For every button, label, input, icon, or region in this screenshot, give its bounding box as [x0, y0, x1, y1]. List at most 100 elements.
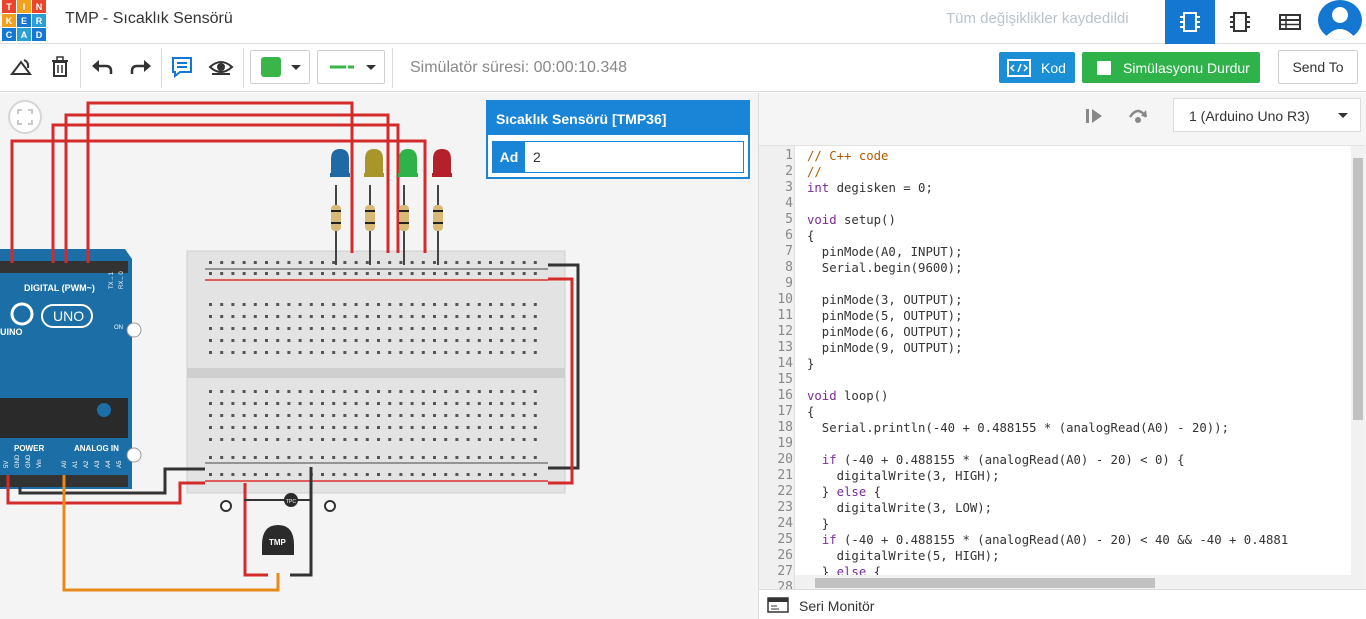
pin-label: Vin — [37, 459, 43, 468]
pin-label: A1 — [73, 460, 79, 468]
tmp-label: TMP — [269, 538, 287, 547]
logo-letter: I — [17, 0, 31, 13]
code-line[interactable]: { — [807, 229, 814, 243]
led-green[interactable] — [398, 149, 418, 177]
code-line[interactable]: Serial.println(-40 + 0.488155 * (analogR… — [807, 421, 1229, 435]
rx-label: RX←0 — [119, 271, 125, 289]
code-line[interactable]: { — [807, 405, 814, 419]
logo-letter: N — [32, 0, 46, 13]
serial-monitor-label: Seri Monitör — [799, 598, 875, 614]
line-number: 11 — [777, 308, 793, 323]
line-number: 18 — [777, 420, 793, 435]
tx-label: TX→1 — [109, 271, 115, 289]
code-line[interactable]: if (-40 + 0.488155 * (analogRead(A0) - 2… — [807, 453, 1185, 467]
code-button[interactable]: Kod — [999, 52, 1075, 83]
led-blue[interactable] — [330, 149, 350, 177]
wire-color-dropdown[interactable] — [250, 50, 310, 84]
logo-letter: D — [32, 28, 46, 41]
line-number: 1 — [785, 148, 793, 163]
scroll-thumb[interactable] — [1353, 158, 1363, 420]
visibility-button[interactable] — [206, 52, 236, 82]
tinkercad-logo[interactable]: T I N K E R C A D — [2, 0, 46, 41]
line-number: 4 — [785, 196, 793, 211]
circuit-view-button[interactable] — [1165, 0, 1215, 44]
code-line[interactable]: digitalWrite(3, HIGH); — [807, 469, 1000, 483]
line-number: 19 — [777, 436, 793, 451]
rotate-button[interactable] — [6, 52, 36, 82]
power-label: POWER — [14, 444, 44, 453]
inspector-title: Sıcaklık Sensörü [TMP36] — [488, 102, 748, 135]
name-field[interactable]: Ad 2 — [492, 141, 744, 173]
led-red[interactable] — [432, 149, 452, 177]
code-line[interactable]: } — [807, 517, 829, 531]
user-icon — [1323, 7, 1357, 40]
led-yellow[interactable] — [364, 149, 384, 177]
horizontal-scrollbar[interactable] — [795, 575, 1351, 589]
wire-style-icon — [330, 65, 354, 69]
line-numbers: 1 2 3 4 5 6 7 8 9 10 11 12 13 14 15 16 17 18 19 20 21 22 23 24 2… — [759, 146, 795, 589]
line-number: 22 — [777, 484, 793, 499]
scroll-thumb[interactable] — [815, 578, 1155, 588]
toolbar: Simülatör süresi: 00:00:10.348 Kod Simül… — [0, 44, 1366, 92]
line-number: 14 — [777, 356, 793, 371]
stop-simulation-button[interactable]: Simülasyonu Durdur — [1082, 52, 1260, 83]
code-line[interactable]: Serial.begin(9600); — [807, 261, 963, 275]
divider — [80, 48, 81, 88]
chip-icon — [1180, 12, 1200, 32]
line-number: 6 — [785, 228, 793, 243]
code-line[interactable]: } — [807, 357, 814, 371]
code-line[interactable]: void setup() — [807, 213, 896, 227]
line-number: 21 — [777, 468, 793, 483]
code-line[interactable]: if (-40 + 0.488155 * (analogRead(A0) - 2… — [807, 533, 1288, 547]
code-line[interactable]: pinMode(A0, INPUT); — [807, 245, 963, 259]
code-line[interactable]: digitalWrite(5, HIGH); — [807, 549, 1000, 563]
wire-type-dropdown[interactable] — [317, 50, 385, 84]
line-number: 24 — [777, 516, 793, 531]
code-line[interactable]: // — [807, 165, 822, 179]
code-line[interactable]: pinMode(9, OUTPUT); — [807, 341, 963, 355]
component-list-button[interactable] — [1265, 0, 1315, 44]
debug-button[interactable] — [1127, 105, 1149, 125]
line-number: 7 — [785, 244, 793, 259]
save-status: Tüm değişiklikler kaydedildi — [946, 10, 1129, 27]
line-number: 23 — [777, 500, 793, 515]
code-editor-icon — [1007, 58, 1031, 77]
microcontroller-chip — [0, 398, 128, 438]
code-line[interactable]: pinMode(3, OUTPUT); — [807, 293, 963, 307]
send-to-button[interactable]: Send To — [1278, 50, 1358, 84]
debugger-icon — [1128, 109, 1148, 123]
pin-label: A2 — [84, 460, 90, 468]
code-line[interactable]: } else { — [807, 485, 881, 499]
step-button[interactable] — [1085, 107, 1103, 125]
code-line[interactable]: pinMode(6, OUTPUT); — [807, 325, 963, 339]
code-line[interactable]: // C++ code — [807, 149, 888, 163]
name-field-input[interactable]: 2 — [525, 142, 743, 172]
code-line[interactable]: pinMode(5, OUTPUT); — [807, 309, 963, 323]
design-title[interactable]: TMP - Sıcaklık Sensörü — [65, 10, 233, 28]
schematic-view-button[interactable] — [1215, 0, 1265, 44]
code-editor[interactable]: 1 2 3 4 5 6 7 8 9 10 11 12 13 14 15 16 17 18 19 20 21 22 23 24 2… — [759, 145, 1365, 589]
color-swatch — [261, 57, 281, 77]
delete-button[interactable] — [45, 52, 75, 82]
code-line[interactable]: digitalWrite(3, LOW); — [807, 501, 992, 515]
circuit-canvas[interactable]: DIGITAL (PWM~) UNO UINO ON POWER ANALOG … — [0, 93, 758, 619]
device-select[interactable]: 1 (Arduino Uno R3) — [1173, 98, 1361, 132]
pin-label: A5 — [117, 460, 123, 468]
line-number: 26 — [777, 548, 793, 563]
arduino-label: UINO — [0, 327, 23, 337]
avatar[interactable] — [1318, 0, 1362, 40]
uno-label: UNO — [53, 308, 84, 324]
divider — [392, 48, 393, 88]
note-icon — [172, 57, 192, 78]
vertical-scrollbar[interactable] — [1351, 146, 1365, 589]
undo-button[interactable] — [87, 52, 117, 82]
on-label: ON — [114, 325, 123, 331]
serial-monitor-bar[interactable]: Seri Monitör — [759, 589, 1366, 619]
notes-button[interactable] — [167, 52, 197, 82]
code-line[interactable]: int degisken = 0; — [807, 181, 933, 195]
redo-button[interactable] — [126, 52, 156, 82]
top-bar: T I N K E R C A D TMP - Sıcaklık Sensörü… — [0, 0, 1366, 44]
code-line[interactable]: void loop() — [807, 389, 888, 403]
chevron-down-icon — [291, 65, 301, 70]
schematic-icon — [1230, 12, 1250, 32]
